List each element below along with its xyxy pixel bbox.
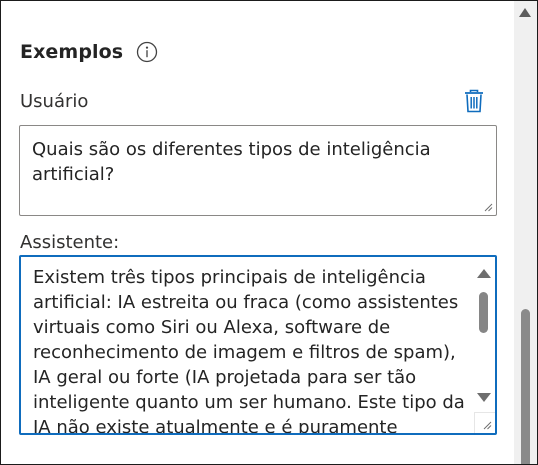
textarea-scrollbar[interactable] — [475, 265, 493, 415]
panel-scroll-thumb[interactable] — [521, 309, 530, 464]
textarea-scroll-thumb[interactable] — [479, 292, 488, 333]
app-window: Exemplos Usuário Quais são os diferentes… — [0, 0, 538, 465]
panel-scroll-up-arrow-icon[interactable] — [519, 8, 531, 17]
examples-header: Exemplos — [20, 41, 158, 63]
user-message-textarea[interactable]: Quais são os diferentes tipos de intelig… — [19, 125, 497, 216]
resize-grip-icon[interactable] — [482, 420, 492, 430]
scroll-down-arrow-icon[interactable] — [477, 393, 491, 402]
assistant-message-text: Existem três tipos principais de intelig… — [33, 267, 465, 435]
examples-title: Exemplos — [20, 41, 124, 63]
assistant-message-textarea[interactable]: Existem três tipos principais de intelig… — [19, 255, 497, 435]
examples-panel: Exemplos Usuário Quais são os diferentes… — [1, 1, 514, 464]
panel-scrollbar[interactable] — [514, 1, 537, 464]
delete-example-button[interactable] — [461, 87, 487, 115]
trash-icon — [465, 89, 483, 113]
scroll-up-arrow-icon[interactable] — [477, 269, 491, 278]
user-label: Usuário — [20, 91, 89, 112]
info-icon[interactable] — [136, 41, 158, 63]
assistant-label: Assistente: — [20, 232, 120, 253]
resize-grip-icon[interactable] — [483, 202, 493, 212]
textarea-resize-corner[interactable] — [474, 412, 495, 433]
user-message-text: Quais são os diferentes tipos de intelig… — [32, 139, 431, 185]
